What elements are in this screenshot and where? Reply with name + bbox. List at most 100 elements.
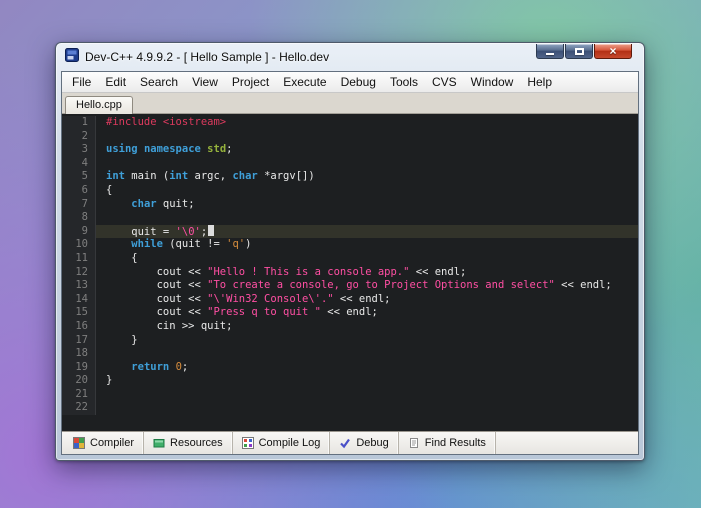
line-number: 19	[62, 360, 96, 375]
code-line-11[interactable]: 11 {	[62, 251, 638, 266]
code-text: #include <iostream>	[106, 116, 227, 128]
menu-view[interactable]: View	[185, 73, 225, 92]
tab-compiler[interactable]: Compiler	[64, 432, 145, 454]
code-text: quit = '\0';	[96, 224, 638, 239]
tab-find-results[interactable]: Find Results	[399, 432, 496, 454]
tab-resources-label: Resources	[170, 437, 223, 449]
tab-resources[interactable]: Resources	[144, 432, 233, 454]
code-text: cin >> quit;	[106, 319, 233, 332]
close-button[interactable]: ×	[594, 44, 632, 59]
devcpp-window: Dev-C++ 4.9.9.2 - [ Hello Sample ] - Hel…	[55, 42, 645, 461]
code-text: cout << "\'Win32 Console\'." << endl;	[106, 292, 391, 305]
menu-edit[interactable]: Edit	[98, 73, 133, 92]
line-number: 16	[62, 319, 96, 334]
tab-debug[interactable]: Debug	[330, 432, 399, 454]
bottom-tabbar: Compiler Resources Compile Log Debug Fin…	[62, 431, 638, 454]
minimize-icon	[546, 52, 554, 55]
tab-debug-label: Debug	[356, 437, 389, 449]
code-text: return 0;	[131, 360, 189, 373]
code-line-9[interactable]: 9 quit = '\0';	[62, 224, 638, 239]
line-number: 14	[62, 292, 96, 307]
line-number: 7	[62, 197, 96, 212]
code-text: cout << "Press q to quit " << endl;	[106, 306, 378, 319]
code-line-8[interactable]: 8	[62, 211, 638, 225]
tab-find-results-label: Find Results	[424, 437, 486, 449]
find-results-icon	[408, 437, 420, 449]
menu-cvs[interactable]: CVS	[425, 73, 464, 92]
code-text: while (quit != 'q')	[131, 238, 252, 251]
line-number: 3	[62, 143, 96, 157]
menu-help[interactable]: Help	[520, 73, 559, 92]
line-number: 22	[62, 401, 96, 416]
code-line-2[interactable]: 2	[62, 129, 638, 144]
window-title: Dev-C++ 4.9.9.2 - [ Hello Sample ] - Hel…	[85, 50, 330, 64]
code-line-4[interactable]: 4	[62, 156, 638, 171]
line-number: 21	[62, 387, 96, 402]
code-line-3[interactable]: 3 using namespace std;	[62, 143, 638, 157]
code-line-14[interactable]: 14 cout << "\'Win32 Console\'." << endl;	[62, 292, 638, 307]
minimize-button[interactable]	[536, 44, 564, 59]
tab-compile-log[interactable]: Compile Log	[233, 432, 331, 454]
debug-check-icon	[339, 437, 351, 449]
line-number: 20	[62, 374, 96, 388]
menu-file[interactable]: File	[65, 73, 98, 92]
line-number: 9	[62, 224, 96, 239]
code-line-16[interactable]: 16 cin >> quit;	[62, 319, 638, 334]
code-text: cout << "To create a console, go to Proj…	[106, 279, 612, 292]
maximize-button[interactable]	[565, 44, 593, 59]
code-line-20[interactable]: 20}	[62, 374, 638, 388]
window-client-area: File Edit Search View Project Execute Debug Too…	[61, 71, 639, 455]
line-number: 6	[62, 183, 96, 198]
menu-debug[interactable]: Debug	[334, 73, 383, 92]
code-line-22[interactable]: 22	[62, 401, 638, 416]
line-number: 18	[62, 347, 96, 361]
code-line-19[interactable]: 19 return 0;	[62, 360, 638, 375]
menu-search[interactable]: Search	[133, 73, 185, 92]
code-line-13[interactable]: 13 cout << "To create a console, go to P…	[62, 279, 638, 293]
devcpp-app-icon	[65, 47, 79, 67]
resources-icon	[153, 437, 165, 449]
code-line-15[interactable]: 15 cout << "Press q to quit " << endl;	[62, 306, 638, 320]
menu-window[interactable]: Window	[464, 73, 521, 92]
code-line-21[interactable]: 21	[62, 387, 638, 402]
compiler-icon	[73, 437, 85, 449]
line-number: 5	[62, 170, 96, 184]
line-number: 10	[62, 238, 96, 252]
line-number: 17	[62, 333, 96, 348]
tab-hello-cpp[interactable]: Hello.cpp	[65, 96, 133, 114]
code-text: {	[106, 251, 138, 264]
tab-compile-log-label: Compile Log	[258, 437, 321, 449]
editor-tabstrip: Hello.cpp	[62, 93, 638, 114]
code-line-6[interactable]: 6{	[62, 183, 638, 198]
code-text: }	[106, 333, 138, 346]
code-text: {	[106, 183, 113, 196]
code-line-12[interactable]: 12 cout << "Hello ! This is a console ap…	[62, 265, 638, 280]
menu-tools[interactable]: Tools	[383, 73, 425, 92]
code-line-7[interactable]: 7 char quit;	[62, 197, 638, 212]
code-line-5[interactable]: 5 int main (int argc, char *argv[])	[62, 170, 638, 184]
line-number: 13	[62, 279, 96, 293]
line-number: 15	[62, 306, 96, 320]
code-line-10[interactable]: 10 while (quit != 'q')	[62, 238, 638, 252]
code-line-18[interactable]: 18	[62, 347, 638, 361]
menu-execute[interactable]: Execute	[276, 73, 333, 92]
compile-log-icon	[241, 437, 254, 449]
code-text: cout << "Hello ! This is a console app."…	[106, 265, 467, 278]
code-text: char quit;	[131, 197, 195, 210]
menu-project[interactable]: Project	[225, 73, 276, 92]
code-text: int main (int argc, char *argv[])	[106, 170, 315, 183]
code-editor[interactable]: 1 #include <iostream> 2 3 using namespace st…	[62, 114, 638, 431]
code-text: using namespace std;	[106, 143, 233, 156]
menubar: File Edit Search View Project Execute Debug Too…	[62, 72, 638, 93]
code-line-1[interactable]: 1 #include <iostream>	[62, 116, 638, 130]
line-number: 4	[62, 156, 96, 171]
close-icon: ×	[609, 43, 617, 58]
code-line-17[interactable]: 17 }	[62, 333, 638, 348]
code-text: }	[106, 374, 113, 387]
